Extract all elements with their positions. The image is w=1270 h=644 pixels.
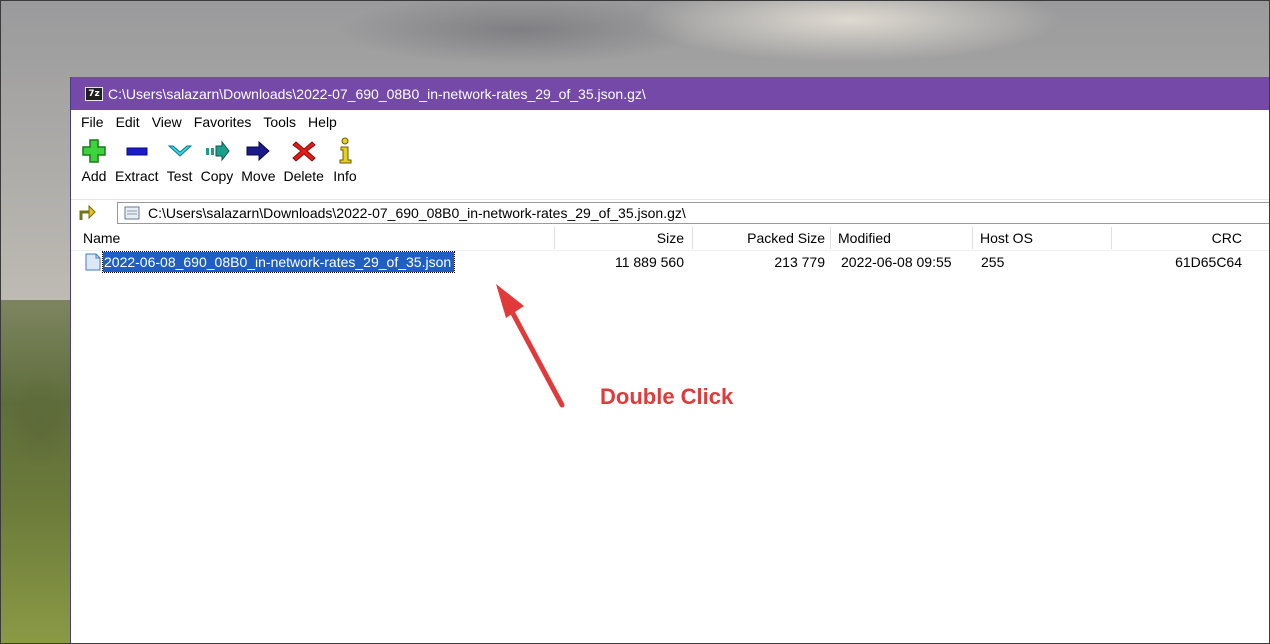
column-separator[interactable] [1111,227,1112,249]
menu-tools[interactable]: Tools [263,114,296,130]
move-button[interactable]: Move [237,134,279,199]
file-crc: 61D65C64 [1175,254,1242,270]
extract-icon [126,147,148,156]
title-bar[interactable]: 7z C:\Users\salazarn\Downloads\2022-07_6… [71,77,1270,110]
menu-help[interactable]: Help [308,114,337,130]
delete-icon [291,141,316,162]
column-separator[interactable] [972,227,973,249]
folder-up-icon[interactable] [79,204,97,222]
annotation-arrow [496,284,565,408]
menu-favorites[interactable]: Favorites [194,114,252,130]
column-crc[interactable]: CRC [1212,225,1242,251]
column-separator[interactable] [830,227,831,249]
extract-label: Extract [115,168,159,184]
column-separator[interactable] [692,227,693,249]
address-path: C:\Users\salazarn\Downloads\2022-07_690_… [148,204,686,221]
info-icon [339,137,352,164]
name-cell[interactable]: 2022-06-08_690_08B0_in-network-rates_29_… [85,251,456,273]
archive-window: 7z C:\Users\salazarn\Downloads\2022-07_6… [70,77,1270,644]
copy-button[interactable]: Copy [197,134,238,199]
column-host-os[interactable]: Host OS [980,225,1033,251]
column-separator[interactable] [554,227,555,249]
annotation-text: Double Click [600,384,734,409]
add-icon [82,139,106,163]
menu-edit[interactable]: Edit [116,114,140,130]
delete-button[interactable]: Delete [280,134,328,199]
address-bar: C:\Users\salazarn\Downloads\2022-07_690_… [71,199,1270,225]
delete-label: Delete [283,168,324,184]
test-label: Test [166,168,193,184]
file-host-os: 255 [981,254,1005,270]
info-button[interactable]: Info [328,134,362,199]
test-icon [167,145,192,157]
add-label: Add [81,168,107,184]
menu-file[interactable]: File [81,114,104,130]
column-header-row: Name Size Packed Size Modified Host OS C… [71,225,1270,251]
column-packed-size[interactable]: Packed Size [747,225,825,251]
column-name[interactable]: Name [83,225,120,251]
copy-label: Copy [200,168,234,184]
file-name[interactable]: 2022-06-08_690_08B0_in-network-rates_29_… [101,251,456,273]
desktop-landscape [0,300,80,644]
window-title: C:\Users\salazarn\Downloads\2022-07_690_… [108,85,646,102]
toolbar: Add Extract Test Copy Move Delete Info [71,134,1270,199]
file-packed-size: 213 779 [774,254,825,270]
menu-bar: File Edit View Favorites Tools Help [71,110,1270,134]
extract-button[interactable]: Extract [111,134,163,199]
move-label: Move [241,168,276,184]
test-button[interactable]: Test [163,134,197,199]
add-button[interactable]: Add [77,134,111,199]
7zip-app-icon: 7z [85,86,103,101]
table-row[interactable]: 2022-06-08_690_08B0_in-network-rates_29_… [71,251,1270,273]
column-modified[interactable]: Modified [838,225,891,251]
column-size[interactable]: Size [657,225,684,251]
file-modified: 2022-06-08 09:55 [841,254,952,270]
address-field[interactable]: C:\Users\salazarn\Downloads\2022-07_690_… [117,201,1270,224]
document-icon [85,253,101,271]
copy-icon [205,140,230,162]
menu-view[interactable]: View [152,114,182,130]
file-icon [124,206,140,219]
file-size: 11 889 560 [614,254,684,270]
move-icon [246,140,271,162]
info-label: Info [333,168,357,184]
